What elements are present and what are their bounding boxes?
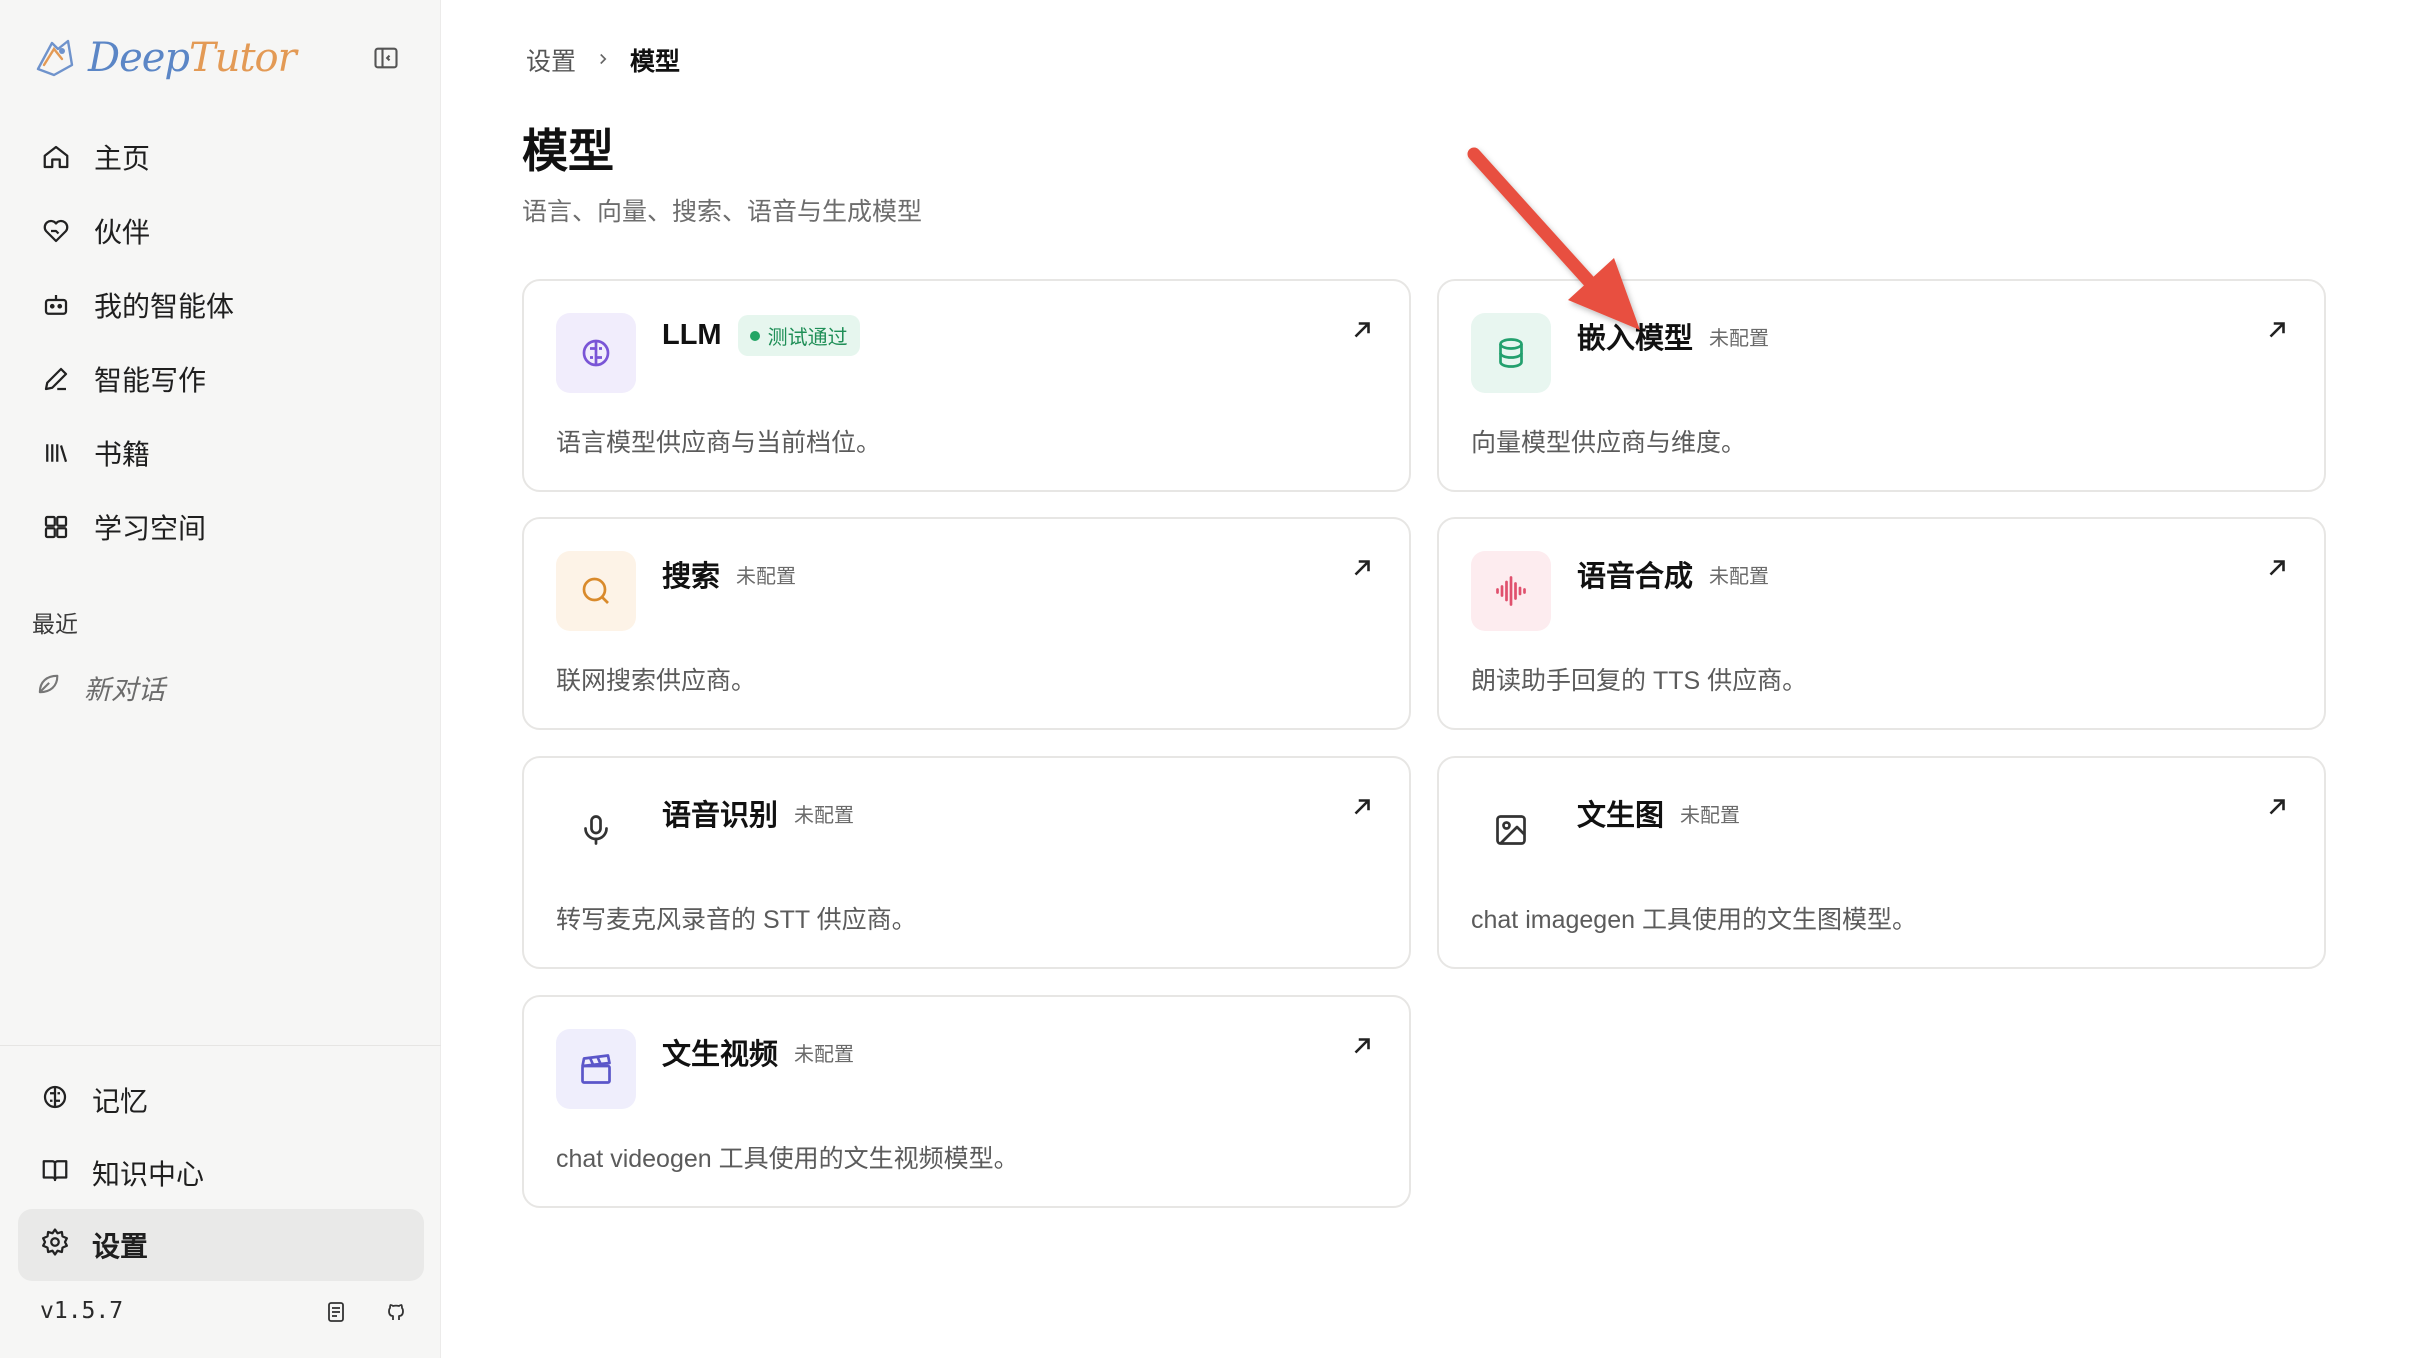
gear-icon — [40, 1227, 70, 1264]
sidebar-collapse-button[interactable] — [370, 42, 402, 74]
arrow-up-right-icon[interactable] — [2264, 794, 2290, 820]
sidebar-item-label: 智能写作 — [94, 365, 207, 396]
page-title: 模型 — [522, 124, 614, 178]
page-subtitle: 语言、向量、搜索、语音与生成模型 — [522, 198, 923, 226]
sidebar-item-knowledge[interactable]: 知识中心 — [18, 1137, 424, 1209]
sidebar-item-memory[interactable]: 记忆 — [18, 1064, 424, 1136]
card-description: 语言模型供应商与当前档位。 — [556, 429, 882, 457]
recent-section-title: 最近 — [32, 611, 78, 637]
status-badge: 未配置 — [794, 1043, 855, 1066]
card-title: 搜索 — [662, 561, 721, 593]
sidebar-item-learning-space[interactable]: 学习空间 — [18, 490, 424, 564]
app-logo[interactable]: DeepTutor — [32, 30, 297, 86]
sidebar-item-label: 主页 — [94, 143, 151, 174]
logo-text: DeepTutor — [88, 35, 297, 81]
brain-icon — [556, 313, 636, 393]
sidebar-item-home[interactable]: 主页 — [18, 120, 424, 194]
pen-icon — [40, 363, 72, 395]
card-title: 文生图 — [1577, 800, 1665, 832]
card-description: chat imagegen 工具使用的文生图模型。 — [1471, 906, 1917, 934]
model-card-embedding[interactable]: 嵌入模型 未配置 向量模型供应商与维度。 — [1437, 279, 2326, 492]
status-badge: 未配置 — [794, 804, 855, 827]
card-description: 转写麦克风录音的 STT 供应商。 — [556, 906, 917, 934]
status-badge: 未配置 — [1680, 804, 1741, 827]
chevron-right-icon — [594, 46, 612, 75]
sidebar-item-label: 我的智能体 — [94, 291, 235, 322]
sidebar-bottom — [0, 1045, 441, 1046]
status-badge: 未配置 — [1709, 327, 1770, 350]
card-title: LLM — [662, 319, 722, 351]
breadcrumb-parent[interactable]: 设置 — [526, 42, 576, 78]
card-description: 向量模型供应商与维度。 — [1471, 429, 1747, 457]
arrow-up-right-icon[interactable] — [1349, 794, 1375, 820]
card-description: 朗读助手回复的 TTS 供应商。 — [1471, 667, 1808, 695]
sidebar-item-label: 学习空间 — [94, 513, 207, 544]
heart-hand-icon — [40, 215, 72, 247]
status-badge: 未配置 — [1709, 565, 1770, 588]
audio-wave-icon — [1471, 551, 1551, 631]
card-title: 文生视频 — [662, 1039, 779, 1071]
sidebar-item-settings[interactable]: 设置 — [18, 1209, 424, 1281]
sidebar: DeepTutor 主页 伙伴 我的智能体 智能写作 书籍 学习空间 最近 新对… — [0, 0, 441, 1358]
status-badge: 未配置 — [736, 565, 797, 588]
model-card-search[interactable]: 搜索 未配置 联网搜索供应商。 — [522, 517, 1411, 730]
github-icon[interactable] — [380, 1296, 412, 1328]
card-description: chat videogen 工具使用的文生视频模型。 — [556, 1145, 1019, 1173]
card-description: 联网搜索供应商。 — [556, 667, 757, 695]
leaf-icon — [34, 670, 62, 705]
home-icon — [40, 141, 72, 173]
sidebar-item-writing[interactable]: 智能写作 — [18, 342, 424, 416]
main-nav: 主页 伙伴 我的智能体 智能写作 书籍 学习空间 — [18, 120, 424, 564]
sidebar-item-books[interactable]: 书籍 — [18, 416, 424, 490]
breadcrumb-current: 模型 — [630, 48, 681, 76]
docs-icon[interactable] — [320, 1296, 352, 1328]
arrow-up-right-icon[interactable] — [1349, 555, 1375, 581]
logo-icon — [36, 39, 74, 77]
search-icon — [556, 551, 636, 631]
version-label: v1.5.7 — [40, 1298, 124, 1324]
arrow-up-right-icon[interactable] — [1349, 1033, 1375, 1059]
arrow-up-right-icon[interactable] — [2264, 555, 2290, 581]
book-open-icon — [40, 1155, 70, 1192]
model-card-imagegen[interactable]: 文生图 未配置 chat imagegen 工具使用的文生图模型。 — [1437, 756, 2326, 969]
arrow-up-right-icon[interactable] — [1349, 317, 1375, 343]
sidebar-item-partner[interactable]: 伙伴 — [18, 194, 424, 268]
status-badge: 测试通过 — [737, 315, 860, 356]
image-icon — [1471, 790, 1551, 870]
model-card-tts[interactable]: 语音合成 未配置 朗读助手回复的 TTS 供应商。 — [1437, 517, 2326, 730]
model-card-videogen[interactable]: 文生视频 未配置 chat videogen 工具使用的文生视频模型。 — [522, 995, 1411, 1208]
brain-icon — [40, 1082, 70, 1119]
bot-icon — [40, 289, 72, 321]
database-icon — [1471, 313, 1551, 393]
grid-icon — [40, 511, 72, 543]
clapperboard-icon — [556, 1029, 636, 1109]
card-title: 语音合成 — [1577, 561, 1694, 593]
panel-left-icon — [374, 47, 398, 69]
model-card-stt[interactable]: 语音识别 未配置 转写麦克风录音的 STT 供应商。 — [522, 756, 1411, 969]
sidebar-item-my-agents[interactable]: 我的智能体 — [18, 268, 424, 342]
sidebar-item-label: 伙伴 — [94, 217, 151, 248]
model-card-llm[interactable]: LLM 测试通过 语言模型供应商与当前档位。 — [522, 279, 1411, 492]
microphone-icon — [556, 790, 636, 870]
arrow-up-right-icon[interactable] — [2264, 317, 2290, 343]
breadcrumb: 设置 模型 — [526, 42, 680, 78]
recent-chat-item[interactable]: 新对话 — [34, 668, 165, 707]
card-title: 语音识别 — [662, 800, 779, 832]
sidebar-item-label: 书籍 — [94, 439, 151, 470]
library-icon — [40, 437, 72, 469]
card-title: 嵌入模型 — [1577, 323, 1694, 355]
